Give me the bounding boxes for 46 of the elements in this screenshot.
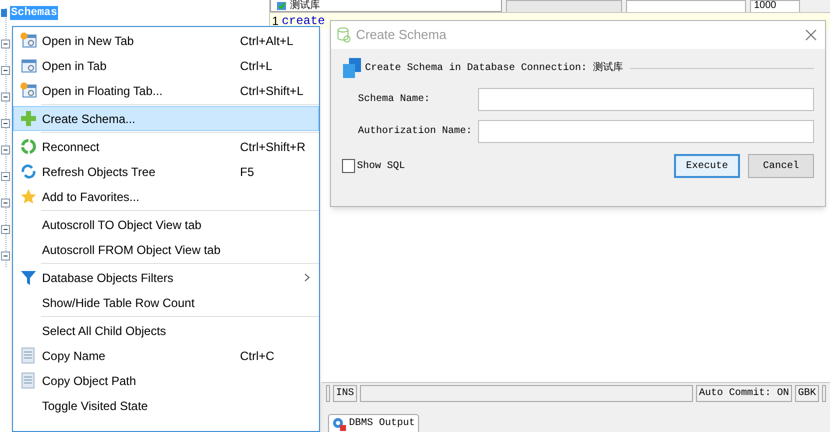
menu-item[interactable]: Database Objects Filters	[13, 265, 319, 290]
field-label: Authorization Name:	[358, 124, 474, 139]
document-icon	[20, 372, 36, 389]
window-title: Create Schema	[356, 26, 448, 44]
menu-item[interactable]: Autoscroll TO Object View tab	[13, 212, 319, 237]
code-text[interactable]: create	[282, 12, 325, 30]
window-icon	[20, 82, 36, 99]
document-icon	[20, 347, 36, 364]
input-field[interactable]	[478, 88, 814, 111]
menu-item[interactable]: Copy Name Ctrl+C	[13, 343, 319, 368]
plus-icon	[20, 110, 36, 127]
menu-item[interactable]: Create Schema...	[13, 106, 319, 131]
menu-item[interactable]: Open in Floating Tab... Ctrl+Shift+L	[13, 78, 319, 103]
dialog-button[interactable]: Cancel	[748, 154, 814, 178]
auto-commit-status: Auto Commit: ON	[696, 385, 792, 402]
star-icon	[20, 188, 36, 205]
status-cell	[326, 385, 330, 402]
menu-item[interactable]: Copy Object Path	[13, 368, 319, 393]
input-field[interactable]	[478, 120, 814, 143]
menu-item[interactable]: Show/Hide Table Row Count	[13, 290, 319, 315]
line-number: 1	[272, 13, 279, 30]
limit-field[interactable]: 1000	[750, 0, 800, 12]
menu-item[interactable]: Open in New Tab Ctrl+Alt+L	[13, 28, 319, 53]
window-icon	[20, 57, 36, 74]
menu-item[interactable]: Add to Favorites...	[13, 184, 319, 209]
status-cell	[822, 385, 826, 402]
dialog-button[interactable]: Execute	[674, 154, 740, 178]
menu-item[interactable]: Reconnect Ctrl+Shift+R	[13, 134, 319, 159]
menu-item[interactable]: Refresh Objects Tree F5	[13, 159, 319, 184]
filter-icon	[20, 269, 36, 286]
checkbox[interactable]	[342, 159, 355, 173]
blocks-icon	[342, 57, 362, 79]
menu-item[interactable]: Toggle Visited State	[13, 393, 319, 418]
section-heading: Create Schema in Database Connection: 测试库	[365, 60, 624, 76]
menu-item[interactable]: Autoscroll FROM Object View tab	[13, 237, 319, 262]
checkbox-label: Show SQL	[357, 160, 406, 174]
field-label: Schema Name:	[358, 92, 432, 107]
menu-item[interactable]: Select All Child Objects	[13, 318, 319, 343]
encoding-status: GBK	[794, 385, 819, 402]
reconnect-icon	[20, 138, 36, 155]
output-tab[interactable]: DBMS Output	[328, 414, 420, 432]
menu-item[interactable]: Open in Tab Ctrl+L	[13, 53, 319, 78]
refresh-icon	[20, 163, 36, 180]
window-icon	[20, 32, 36, 49]
close-icon[interactable]	[805, 29, 817, 41]
insert-mode-indicator: INS	[333, 385, 358, 402]
